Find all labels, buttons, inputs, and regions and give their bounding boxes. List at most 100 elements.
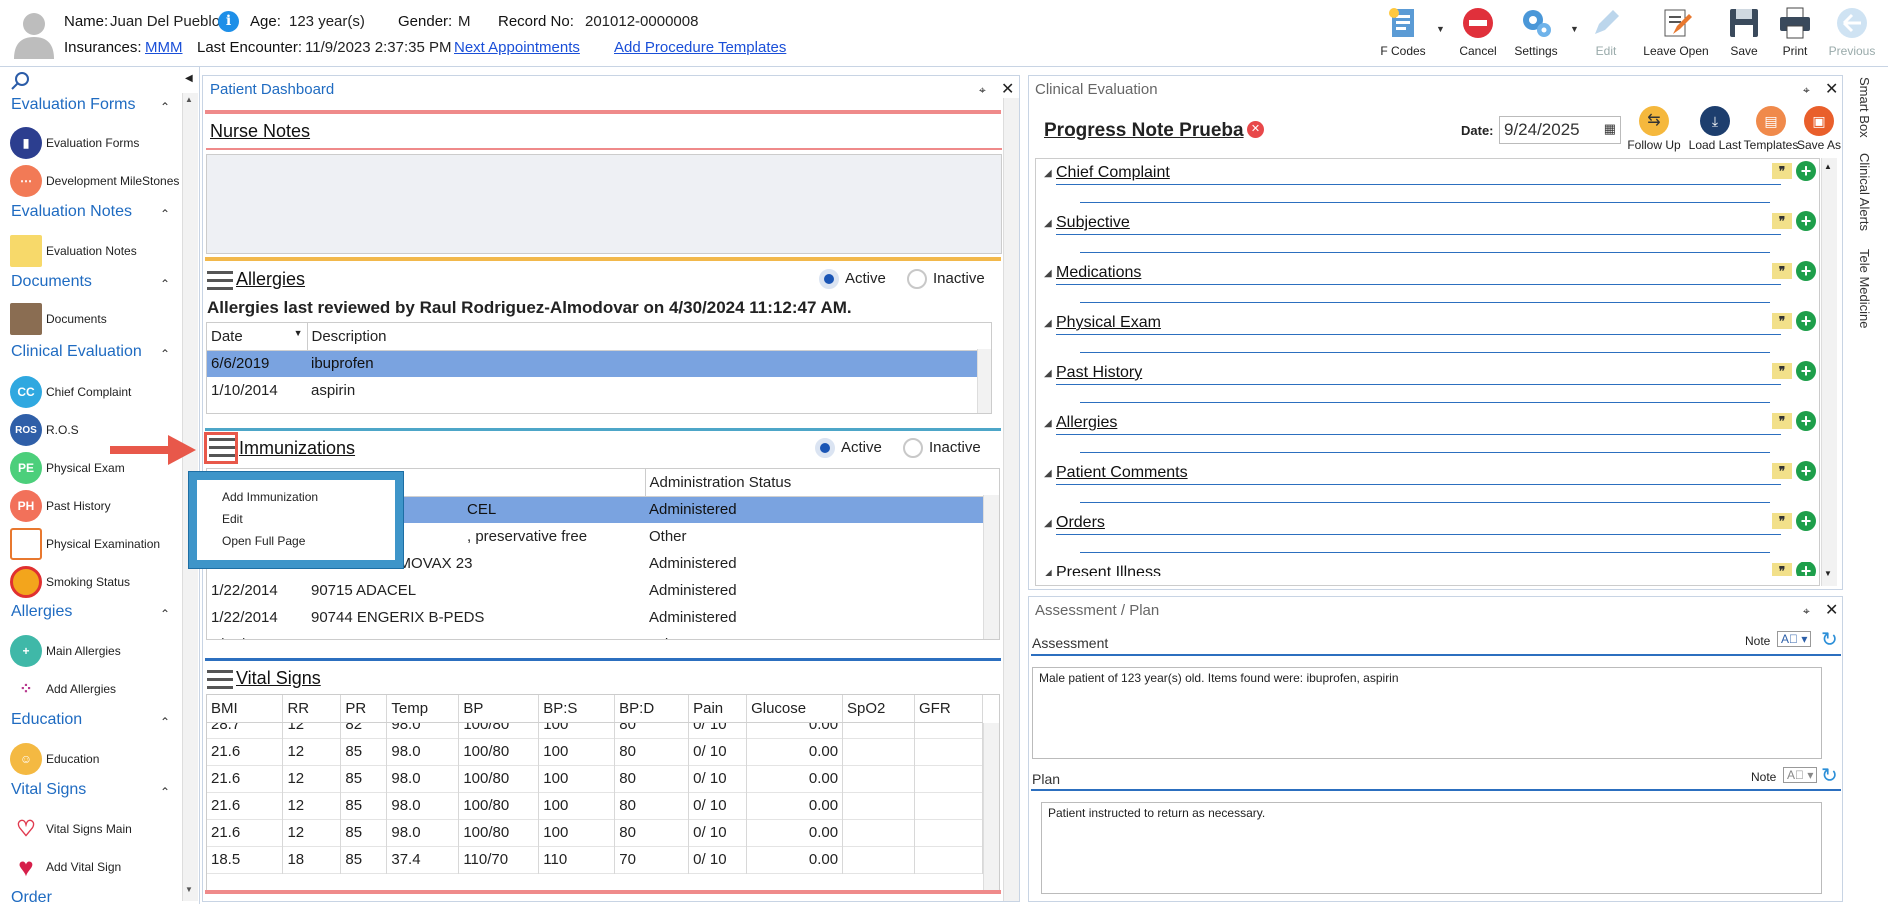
menu-item-add-immunization[interactable]: Add Immunization bbox=[197, 486, 395, 508]
clinical-section[interactable]: ◢ Physical Exam ❞ + bbox=[1044, 311, 1824, 362]
section-label[interactable]: Past History bbox=[1056, 364, 1142, 382]
table-row[interactable]: 21.6 12 85 98.0 100/80 100 80 0/ 10 0.00 bbox=[207, 765, 983, 792]
collapse-triangle-icon[interactable]: ◢ bbox=[1044, 268, 1052, 279]
table-row[interactable]: 6/6/2019 ibuprofen bbox=[207, 350, 977, 377]
table-row[interactable]: 1/10/2014 aspirin bbox=[207, 377, 977, 404]
clinical-scroll-up-icon[interactable]: ▲ bbox=[1824, 162, 1832, 171]
section-label[interactable]: Subjective bbox=[1056, 214, 1130, 232]
collapse-triangle-icon[interactable]: ◢ bbox=[1044, 368, 1052, 379]
insurance-link[interactable]: MMM bbox=[145, 39, 183, 56]
add-icon[interactable]: + bbox=[1796, 261, 1816, 281]
column-header-administration-status[interactable]: Administration Status bbox=[645, 469, 983, 497]
sidebar-item-add-allergies[interactable]: ⁘ Add Allergies bbox=[10, 673, 116, 705]
column-header[interactable]: BP bbox=[458, 695, 540, 723]
column-header[interactable]: SpO2 bbox=[842, 695, 915, 723]
sidebar-item-evaluation-forms[interactable]: ▮ Evaluation Forms bbox=[10, 127, 139, 159]
sidebar-scroll-down-icon[interactable]: ▼ bbox=[185, 885, 193, 894]
chevron-up-icon[interactable]: ⌃ bbox=[160, 785, 170, 799]
column-header[interactable]: Temp bbox=[386, 695, 460, 723]
column-header[interactable]: BP:D bbox=[614, 695, 690, 723]
table-row[interactable]: 21.6 12 85 98.0 100/80 100 80 0/ 10 0.00 bbox=[207, 819, 983, 846]
print-button[interactable]: Print bbox=[1767, 6, 1823, 64]
add-icon[interactable]: + bbox=[1796, 361, 1816, 381]
vital-signs-menu-icon[interactable] bbox=[207, 670, 233, 690]
add-icon[interactable]: + bbox=[1796, 562, 1816, 576]
immunizations-inactive-radio[interactable]: Inactive bbox=[903, 438, 981, 458]
follow-up-button[interactable]: ⇆ Follow Up bbox=[1624, 106, 1684, 152]
clinical-section[interactable]: ◢ Allergies ❞ + bbox=[1044, 411, 1824, 462]
clinical-scroll-down-icon[interactable]: ▼ bbox=[1824, 569, 1832, 578]
chevron-up-icon[interactable]: ⌃ bbox=[160, 277, 170, 291]
add-icon[interactable]: + bbox=[1796, 411, 1816, 431]
quote-icon[interactable]: ❞ bbox=[1772, 313, 1792, 329]
table-row[interactable]: 28.7 12 82 98.0 100/80 100 80 0/ 10 0.00 bbox=[207, 723, 983, 738]
date-input[interactable]: 9/24/2025 ▦ bbox=[1499, 116, 1621, 144]
chevron-up-icon[interactable]: ⌃ bbox=[160, 715, 170, 729]
add-icon[interactable]: + bbox=[1796, 161, 1816, 181]
column-header[interactable]: Pain bbox=[688, 695, 748, 723]
section-vital-signs[interactable]: Vital Signs bbox=[11, 781, 86, 799]
add-icon[interactable]: + bbox=[1796, 461, 1816, 481]
immunizations-menu-icon[interactable] bbox=[209, 438, 235, 458]
assessment-refresh-icon[interactable]: ↻ bbox=[1821, 627, 1838, 652]
section-documents[interactable]: Documents bbox=[11, 273, 92, 291]
load-last-button[interactable]: ⤓ Load Last bbox=[1685, 106, 1745, 152]
chevron-up-icon[interactable]: ⌃ bbox=[160, 347, 170, 361]
assessment-textarea[interactable]: Male patient of 123 year(s) old. Items f… bbox=[1032, 667, 1822, 759]
section-label[interactable]: Chief Complaint bbox=[1056, 164, 1170, 182]
pin-icon[interactable]: ⌖ bbox=[979, 83, 986, 98]
column-header-description[interactable]: Description bbox=[307, 323, 977, 351]
sidebar-item-chief-complaint[interactable]: CC Chief Complaint bbox=[10, 376, 131, 408]
quote-icon[interactable]: ❞ bbox=[1772, 563, 1792, 576]
tab-smart-box[interactable]: Smart Box bbox=[1857, 77, 1872, 138]
dashboard-scrollbar[interactable] bbox=[1003, 98, 1019, 901]
sidebar-item-evaluation-notes[interactable]: Evaluation Notes bbox=[10, 235, 137, 267]
search-icon[interactable] bbox=[10, 71, 30, 91]
sidebar-item-past-history[interactable]: PH Past History bbox=[10, 490, 111, 522]
quote-icon[interactable]: ❞ bbox=[1772, 463, 1792, 479]
quote-icon[interactable]: ❞ bbox=[1772, 213, 1792, 229]
section-evaluation-forms[interactable]: Evaluation Forms bbox=[11, 96, 136, 114]
add-icon[interactable]: + bbox=[1796, 511, 1816, 531]
table-row[interactable]: 21.6 12 85 98.0 100/80 100 80 0/ 10 0.00 bbox=[207, 792, 983, 819]
clinical-section[interactable]: ◢ Medications ❞ + bbox=[1044, 261, 1824, 312]
calendar-icon[interactable]: ▦ bbox=[1604, 121, 1616, 137]
plan-refresh-icon[interactable]: ↻ bbox=[1821, 763, 1838, 788]
allergies-menu-icon[interactable] bbox=[207, 271, 233, 291]
sidebar-item-main-allergies[interactable]: + Main Allergies bbox=[10, 635, 121, 667]
section-label[interactable]: Physical Exam bbox=[1056, 314, 1161, 332]
sidebar-item-smoking-status[interactable]: Smoking Status bbox=[10, 566, 130, 598]
section-label[interactable]: Present Illness bbox=[1056, 564, 1161, 576]
sidebar-item-physical-examination[interactable]: Physical Examination bbox=[10, 528, 160, 560]
collapse-sidebar-icon[interactable]: ◀ bbox=[185, 73, 193, 84]
column-header[interactable]: GFR bbox=[914, 695, 984, 723]
sidebar-scroll-up-icon[interactable]: ▲ bbox=[185, 95, 193, 104]
menu-item-open-full-page[interactable]: Open Full Page bbox=[197, 530, 395, 552]
quote-icon[interactable]: ❞ bbox=[1772, 163, 1792, 179]
column-header[interactable]: BP:S bbox=[538, 695, 616, 723]
column-header[interactable]: RR bbox=[282, 695, 342, 723]
plan-note-dropdown[interactable]: A⃣ ▾ bbox=[1783, 767, 1818, 783]
clinical-section[interactable]: ◢ Present Illness ❞ + bbox=[1044, 562, 1824, 576]
column-header[interactable]: Glucose bbox=[746, 695, 844, 723]
edit-button[interactable]: Edit bbox=[1578, 6, 1634, 64]
close-icon[interactable]: ✕ bbox=[1001, 79, 1014, 99]
table-row[interactable]: 1/10/201490657 AFLURIAOther bbox=[207, 631, 983, 639]
section-order[interactable]: Order bbox=[11, 889, 52, 904]
section-clinical-evaluation[interactable]: Clinical Evaluation bbox=[11, 343, 142, 361]
allergies-grid-scrollbar[interactable] bbox=[977, 349, 991, 413]
allergies-active-radio[interactable]: Active bbox=[819, 269, 886, 289]
templates-button[interactable]: ▤ Templates bbox=[1743, 106, 1799, 152]
sidebar-item-physical-exam[interactable]: PE Physical Exam bbox=[10, 452, 125, 484]
fcodes-dropdown-icon[interactable]: ▼ bbox=[1436, 24, 1445, 34]
close-icon[interactable]: ✕ bbox=[1825, 79, 1838, 99]
column-header-date[interactable]: Date ▼ bbox=[207, 323, 308, 351]
collapse-triangle-icon[interactable]: ◢ bbox=[1044, 418, 1052, 429]
sidebar-item-vital-signs-main[interactable]: ♡ Vital Signs Main bbox=[10, 813, 132, 845]
immunizations-grid-scrollbar[interactable] bbox=[983, 495, 999, 639]
quote-icon[interactable]: ❞ bbox=[1772, 263, 1792, 279]
clinical-section[interactable]: ◢ Orders ❞ + bbox=[1044, 511, 1824, 562]
section-allergies[interactable]: Allergies bbox=[11, 603, 72, 621]
allergies-inactive-radio[interactable]: Inactive bbox=[907, 269, 985, 289]
clinical-section[interactable]: ◢ Subjective ❞ + bbox=[1044, 211, 1824, 262]
